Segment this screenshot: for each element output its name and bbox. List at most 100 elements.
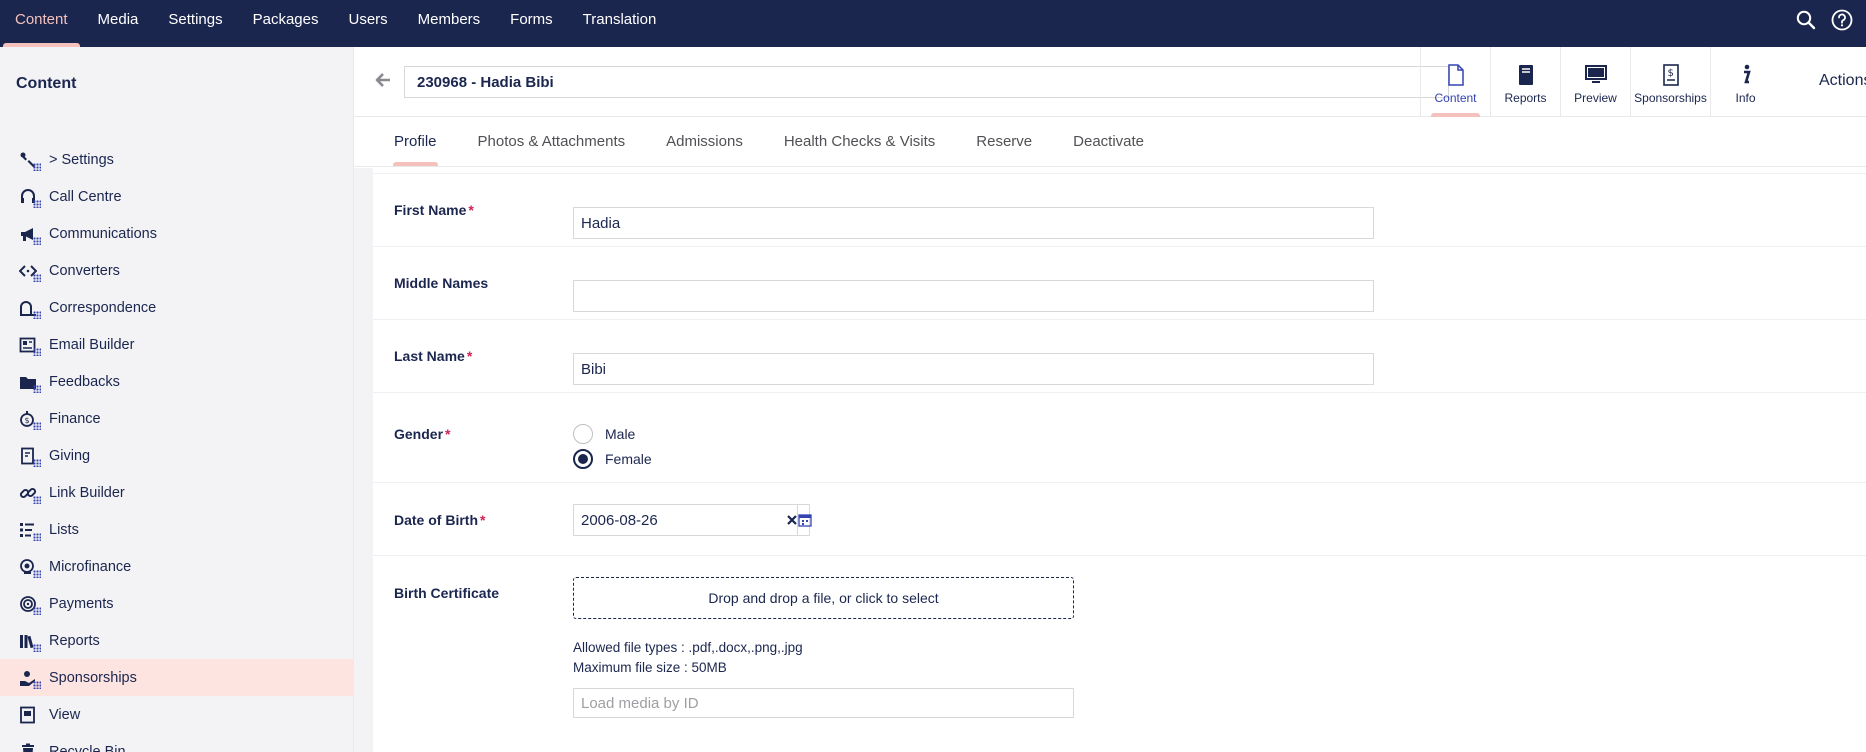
tab-admissions[interactable]: Admissions	[666, 117, 763, 166]
section-nav: Content Media Settings Packages Users Me…	[0, 0, 1866, 47]
app-reports[interactable]: Reports	[1490, 47, 1560, 117]
tree-item-label: View	[49, 706, 81, 723]
field-row-first-name: First Name *	[373, 174, 1866, 247]
section-media[interactable]: Media	[83, 0, 154, 47]
newsletter-icon	[17, 334, 41, 356]
calendar-icon[interactable]	[797, 505, 812, 535]
tree-item-call-centre[interactable]: Call Centre	[0, 178, 354, 215]
radio-male[interactable]	[573, 424, 593, 444]
allowed-file-types: Allowed file types : .pdf,.docx,.png,.jp…	[573, 640, 803, 655]
folder-icon	[17, 371, 41, 393]
back-arrow-icon[interactable]	[374, 71, 394, 91]
section-forms[interactable]: Forms	[495, 0, 568, 47]
certificate-icon: $	[1662, 63, 1680, 87]
tab-profile[interactable]: Profile	[393, 117, 457, 166]
field-row-gender: Gender * Male Female	[373, 393, 1866, 483]
gender-label: Gender *	[394, 426, 451, 442]
tree-item-reports[interactable]: Reports	[0, 622, 354, 659]
dob-input[interactable]	[574, 505, 787, 535]
tree-item-converters[interactable]: Converters	[0, 252, 354, 289]
tree-item-label: Microfinance	[49, 558, 132, 575]
clear-date-icon[interactable]	[787, 505, 797, 535]
field-row-middle-names: Middle Names	[373, 247, 1866, 320]
tree-item-label: Link Builder	[49, 484, 125, 501]
tree-item-label: Call Centre	[49, 188, 122, 205]
gender-female-label: Female	[605, 451, 652, 467]
document-view-icon	[17, 704, 39, 726]
tab-photos-attachments[interactable]: Photos & Attachments	[478, 117, 646, 166]
search-icon[interactable]	[1794, 8, 1818, 32]
money-bag-icon: $	[17, 408, 41, 430]
tree-item-finance[interactable]: $ Finance	[0, 400, 354, 437]
top-icons	[1794, 0, 1866, 40]
sidebar-title: Content	[16, 75, 77, 92]
tab-health-checks[interactable]: Health Checks & Visits	[784, 117, 955, 166]
actions-button[interactable]: Actions	[1819, 72, 1866, 90]
radio-female[interactable]	[573, 449, 593, 469]
tree-item-payments[interactable]: Payments	[0, 585, 354, 622]
section-packages[interactable]: Packages	[238, 0, 334, 47]
section-settings[interactable]: Settings	[153, 0, 237, 47]
tree-item-label: Correspondence	[49, 299, 157, 316]
tree-item-giving[interactable]: Giving	[0, 437, 354, 474]
last-name-field[interactable]	[573, 353, 1374, 385]
tree-item-microfinance[interactable]: Microfinance	[0, 548, 354, 585]
tree-item-label: Recycle Bin	[49, 743, 126, 752]
tree-item-communications[interactable]: Communications	[0, 215, 354, 252]
tree-item-view[interactable]: View	[0, 696, 354, 733]
load-media-input[interactable]	[573, 688, 1074, 718]
field-row-birth-certificate: Birth Certificate Drop and drop a file, …	[373, 556, 1866, 752]
sidebar: Content > Settings Call Centre Communica…	[0, 47, 354, 752]
tree-item-lists[interactable]: Lists	[0, 511, 354, 548]
main-editor: Content Reports Preview $ Sponsorships I…	[354, 47, 1866, 752]
mailbox-icon	[17, 297, 41, 319]
node-name-input[interactable]	[404, 66, 1449, 98]
tree-item-email-builder[interactable]: Email Builder	[0, 326, 354, 363]
coins-icon	[17, 556, 41, 578]
tree-item-label: Sponsorships	[49, 669, 137, 686]
content-tree: > Settings Call Centre Communications Co…	[0, 141, 354, 752]
help-icon[interactable]	[1830, 8, 1854, 32]
tab-deactivate[interactable]: Deactivate	[1073, 117, 1164, 166]
app-sponsorships[interactable]: $ Sponsorships	[1630, 47, 1710, 117]
section-members[interactable]: Members	[403, 0, 496, 47]
books-icon	[17, 630, 41, 652]
tree-item-settings[interactable]: > Settings	[0, 141, 354, 178]
tree-item-correspondence[interactable]: Correspondence	[0, 289, 354, 326]
monitor-icon	[1584, 63, 1607, 87]
middle-names-label: Middle Names	[394, 275, 489, 291]
tree-item-label: Payments	[49, 595, 114, 612]
tree-item-label: Feedbacks	[49, 373, 120, 390]
file-dropzone[interactable]: Drop and drop a file, or click to select	[573, 577, 1074, 619]
middle-names-field[interactable]	[573, 280, 1374, 312]
payment-icon	[17, 593, 41, 615]
section-translation[interactable]: Translation	[568, 0, 672, 47]
section-users[interactable]: Users	[333, 0, 402, 47]
tree-item-label: Giving	[49, 447, 91, 464]
tree-item-label: Email Builder	[49, 336, 135, 353]
field-row-last-name: Last Name *	[373, 320, 1866, 393]
tab-reserve[interactable]: Reserve	[976, 117, 1052, 166]
tree-item-label: Finance	[49, 410, 101, 427]
tree-item-label: Converters	[49, 262, 120, 279]
tree-item-feedbacks[interactable]: Feedbacks	[0, 363, 354, 400]
field-row-date-of-birth: Date of Birth *	[373, 483, 1866, 556]
tree-item-label: Reports	[49, 632, 100, 649]
tree-item-sponsorships[interactable]: Sponsorships	[0, 659, 354, 696]
gender-option-female[interactable]: Female	[573, 449, 652, 469]
tree-item-recycle-bin[interactable]: Recycle Bin	[0, 733, 354, 752]
app-label: Preview	[1574, 91, 1617, 105]
app-info[interactable]: Info	[1710, 47, 1780, 117]
top-navigation-bar: Content Media Settings Packages Users Me…	[0, 0, 1866, 47]
section-content[interactable]: Content	[0, 0, 83, 47]
editor-header: Content Reports Preview $ Sponsorships I…	[354, 47, 1866, 117]
app-label: Info	[1735, 91, 1756, 105]
gender-option-male[interactable]: Male	[573, 424, 635, 444]
tree-item-link-builder[interactable]: Link Builder	[0, 474, 354, 511]
trash-icon	[17, 741, 39, 752]
info-icon	[1739, 63, 1753, 87]
last-name-label: Last Name *	[394, 348, 473, 364]
first-name-field[interactable]	[573, 207, 1374, 239]
app-content[interactable]: Content	[1420, 47, 1490, 117]
app-preview[interactable]: Preview	[1560, 47, 1630, 117]
